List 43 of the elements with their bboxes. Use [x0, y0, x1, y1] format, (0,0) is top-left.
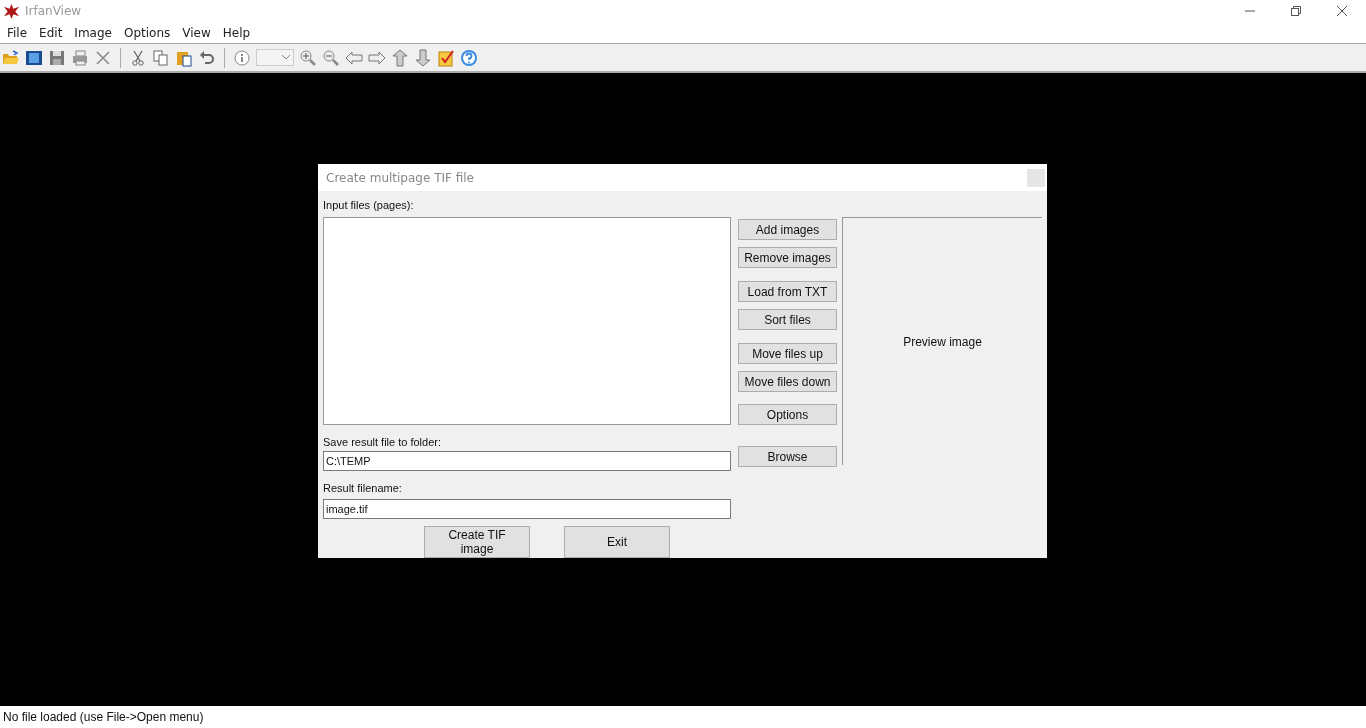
scissors-icon[interactable]	[129, 48, 147, 67]
down-arrow-icon[interactable]	[414, 48, 432, 67]
caret-icon	[282, 55, 290, 60]
copy-icon[interactable]	[152, 48, 170, 67]
window-title: IrfanView	[25, 4, 82, 18]
dialog-button[interactable]: Move files up	[738, 343, 837, 364]
delete-icon[interactable]	[94, 48, 112, 67]
browse-button[interactable]: Browse	[738, 446, 837, 467]
dialog-button[interactable]: Create TIF image	[424, 526, 530, 558]
dialog-button[interactable]: Remove images	[738, 247, 837, 268]
restore-icon[interactable]	[1290, 5, 1302, 17]
zoom-in-icon[interactable]	[299, 48, 317, 67]
dialog-title: Create multipage TIF file	[326, 170, 474, 185]
dialog-button[interactable]: Exit	[564, 526, 670, 558]
help-icon[interactable]	[460, 48, 478, 67]
filmstrip-icon[interactable]	[25, 48, 43, 67]
preview-label: Preview image	[903, 334, 982, 349]
print-icon[interactable]	[71, 48, 89, 67]
zoom-out-icon[interactable]	[322, 48, 340, 67]
filename-field[interactable]: image.tif	[323, 499, 731, 519]
menu-item[interactable]: File	[3, 25, 33, 40]
close-icon[interactable]	[1336, 5, 1348, 17]
dialog-button[interactable]: Load from TXT	[738, 281, 837, 302]
folder-field[interactable]: C:\TEMP	[323, 451, 731, 471]
dialog-button[interactable]: Options	[738, 404, 837, 425]
menu-item[interactable]: Edit	[35, 25, 68, 40]
open-folder-icon[interactable]	[2, 48, 20, 67]
filename-label: Result filename:	[323, 482, 403, 496]
input-files-label: Input files (pages):	[323, 199, 415, 213]
dialog-button[interactable]: Add images	[738, 219, 837, 240]
menu-item[interactable]: View	[178, 25, 216, 40]
info-icon[interactable]	[233, 48, 251, 67]
save-icon[interactable]	[48, 48, 66, 67]
checklist-icon[interactable]	[437, 48, 455, 67]
menu-item[interactable]: Image	[70, 25, 117, 40]
menu-item[interactable]: Help	[218, 25, 256, 40]
folder-label: Save result file to folder:	[323, 436, 442, 450]
app-logo-icon	[3, 2, 20, 20]
status-text: No file loaded (use File->Open menu)	[3, 710, 204, 724]
dialog-button[interactable]: Move files down	[738, 371, 837, 392]
up-arrow-icon[interactable]	[391, 48, 409, 67]
dialog-button[interactable]: Sort files	[738, 309, 837, 330]
menu-item[interactable]: Options	[119, 25, 176, 40]
